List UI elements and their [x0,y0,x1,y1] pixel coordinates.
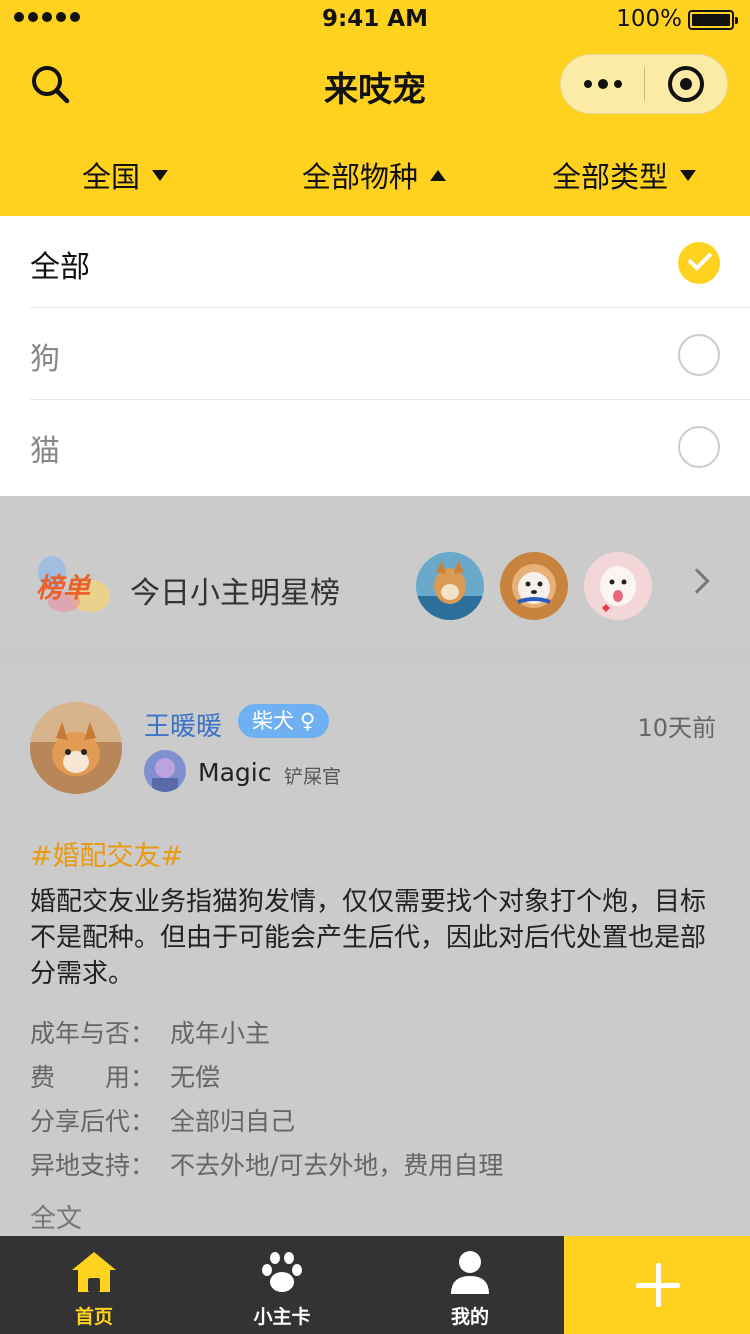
caret-up-icon [430,169,447,181]
read-full-link[interactable]: 全文 [30,1198,82,1235]
radio-empty-icon [678,426,720,468]
detail-value: 全部归自己 [170,1107,296,1136]
post-hashtag[interactable]: #婚配交友# [30,834,183,873]
post-body: 婚配交友业务指猫狗发情，仅仅需要找个对象打个炮，目标不是配种。但由于可能会产生后… [30,887,707,989]
mini-program-capsule [560,54,728,114]
post-time: 10天前 [637,714,716,742]
detail-row: 异地支持： 不去外地/可去外地，费用自理 [30,1146,503,1182]
dropdown-option-all[interactable]: 全部 [30,216,750,308]
option-label: 狗 [30,342,60,377]
breed-badge: 柴犬 ♀ [238,704,330,738]
caret-down-icon [152,169,169,181]
ranking-avatar [500,552,568,620]
owner-role: 铲屎官 [284,766,342,788]
detail-row: 费 用： 无偿 [30,1058,220,1094]
ranking-title: 今日小主明星榜 [130,576,340,611]
paw-icon [258,1248,306,1296]
female-icon: ♀ [300,709,316,733]
filter-bar: 全国 全部物种 全部类型 [0,150,750,200]
tab-home[interactable]: 首页 [14,1236,174,1334]
filter-species[interactable]: 全部物种 [302,150,447,200]
nav-bar: 来吱宠 [0,48,750,120]
header: 9:41 AM 100% 来吱宠 全国 全部物种 全部类型 [0,0,750,216]
filter-region-label: 全国 [82,160,141,194]
filter-region[interactable]: 全国 [82,150,169,200]
close-target-icon[interactable] [645,54,727,114]
chevron-right-icon [684,568,710,594]
pet-avatar[interactable] [30,702,122,794]
tab-mine[interactable]: 我的 [390,1236,550,1334]
tab-home-label: 首页 [74,1306,113,1328]
detail-row: 分享后代： 全部归自己 [30,1102,295,1138]
add-post-button[interactable] [564,1236,750,1334]
detail-row: 成年与否： 成年小主 [30,1014,270,1050]
option-label: 猫 [30,434,60,469]
star-ranking-banner[interactable]: 榜单 今日小主明星榜 [0,496,750,646]
owner-name[interactable]: Magic [198,758,271,787]
tab-pet-card-label: 小主卡 [253,1306,311,1328]
detail-value: 无偿 [170,1063,221,1092]
ranking-badge-icon: 榜单 [30,552,112,618]
species-dropdown: 全部 狗 猫 [0,216,750,496]
tab-pet-card[interactable]: 小主卡 [202,1236,362,1334]
user-icon [446,1248,494,1296]
detail-key: 分享后代： [30,1107,156,1136]
battery-percent: 100% [616,6,682,32]
detail-value: 成年小主 [170,1019,271,1048]
dropdown-option-cat[interactable]: 猫 [30,400,750,492]
filter-type-label: 全部类型 [552,160,669,194]
dropdown-option-dog[interactable]: 狗 [30,308,750,400]
caret-down-icon [680,169,697,181]
tab-bar: 首页 小主卡 我的 [0,1236,750,1334]
tab-mine-label: 我的 [450,1306,489,1328]
detail-key: 异地支持： [30,1151,156,1180]
pet-name[interactable]: 王暖暖 [144,706,222,743]
radio-empty-icon [678,334,720,376]
home-icon [70,1248,118,1296]
battery-icon [688,10,738,30]
filter-species-label: 全部物种 [302,160,419,194]
more-icon[interactable] [561,54,644,114]
breed-label: 柴犬 [252,709,294,733]
detail-value: 不去外地/可去外地，费用自理 [170,1151,504,1180]
option-label: 全部 [30,250,90,285]
post-card[interactable]: 王暖暖 柴犬 ♀ 10天前 Magic 铲屎官 #婚配交友# 婚配交友业务指猫狗… [0,662,750,1236]
detail-key: 费 用： [30,1063,156,1092]
owner-avatar[interactable] [144,750,186,792]
filter-type[interactable]: 全部类型 [552,150,697,200]
status-bar: 9:41 AM 100% [0,0,750,40]
ranking-avatar [416,552,484,620]
check-icon [678,242,720,284]
detail-key: 成年与否： [30,1019,156,1048]
ranking-badge-text: 榜单 [36,573,90,604]
ranking-avatar [584,552,652,620]
